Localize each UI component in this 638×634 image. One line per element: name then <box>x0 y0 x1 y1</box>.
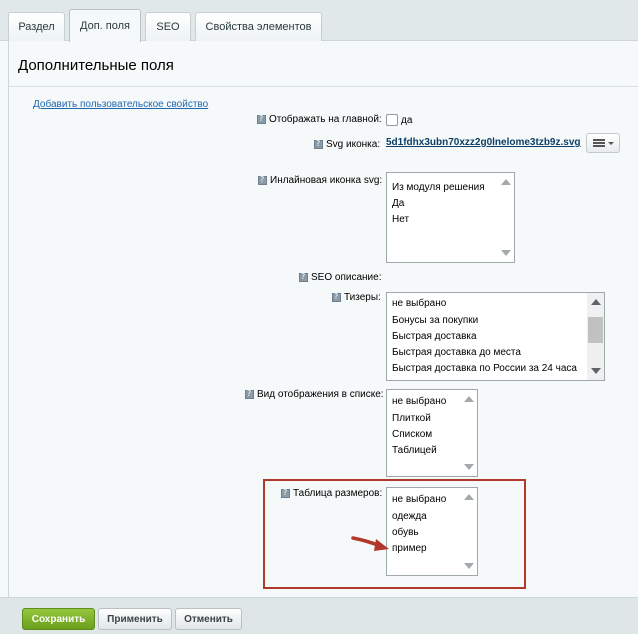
cancel-button[interactable]: Отменить <box>175 608 242 630</box>
size-table-label: Таблица размеров: <box>281 488 382 499</box>
divider <box>9 86 638 87</box>
show-main-checkbox[interactable] <box>386 114 398 126</box>
tab-extra-fields[interactable]: Доп. поля <box>69 9 141 42</box>
hint-icon[interactable] <box>314 139 323 149</box>
add-custom-property-link[interactable]: Добавить пользовательское свойство <box>33 99 208 110</box>
hint-icon[interactable] <box>245 389 254 399</box>
tab-bar: Раздел Доп. поля SEO Свойства элементов <box>0 0 638 42</box>
list-item[interactable]: Бонусы за покупки <box>392 315 478 326</box>
scrollbar[interactable] <box>460 488 477 575</box>
apply-button[interactable]: Применить <box>98 608 172 630</box>
list-item[interactable]: Да <box>392 198 404 209</box>
list-item[interactable]: не выбрано <box>392 298 446 309</box>
tab-element-properties[interactable]: Свойства элементов <box>195 12 322 41</box>
scrollbar[interactable] <box>460 390 477 476</box>
list-item[interactable]: Из модуля решения <box>392 182 485 193</box>
chevron-down-icon <box>607 141 614 145</box>
svg-icon-menu-button[interactable] <box>586 133 620 153</box>
teasers-select[interactable]: не выбрано Бонусы за покупки Быстрая дос… <box>386 292 605 381</box>
list-item[interactable]: Таблицей <box>392 445 437 456</box>
save-button[interactable]: Сохранить <box>22 608 95 630</box>
arrow-annotation-icon <box>351 536 389 551</box>
inline-svg-label: Инлайновая иконка svg: <box>258 175 382 186</box>
teasers-label: Тизеры: <box>332 292 381 303</box>
hint-icon[interactable] <box>332 292 341 302</box>
seo-description-label: SEO описание: <box>299 272 381 283</box>
hint-icon[interactable] <box>257 114 266 124</box>
list-item[interactable]: одежда <box>392 511 427 522</box>
svg-icon-label: Svg иконка: <box>314 139 380 150</box>
hint-icon[interactable] <box>299 272 308 282</box>
menu-icon <box>592 139 605 147</box>
size-table-select[interactable]: не выбрано одежда обувь пример <box>386 487 478 576</box>
list-item[interactable]: не выбрано <box>392 494 446 505</box>
tab-section[interactable]: Раздел <box>8 12 65 41</box>
scrollbar[interactable] <box>587 293 604 380</box>
show-main-checkbox-text: да <box>401 115 413 126</box>
hint-icon[interactable] <box>258 175 267 185</box>
list-item[interactable]: Быстрая доставка <box>392 331 477 342</box>
inline-svg-select[interactable]: Из модуля решения Да Нет <box>386 172 515 263</box>
list-item[interactable]: не выбрано <box>392 396 446 407</box>
svg-icon-file-link[interactable]: 5d1fdhx3ubn70xzz2g0lnelome3tzb9z.svg <box>386 137 581 148</box>
list-item[interactable]: пример <box>392 543 427 554</box>
list-item[interactable]: Быстрая доставка до места <box>392 347 521 358</box>
hint-icon[interactable] <box>281 488 290 498</box>
scrollbar[interactable] <box>497 173 514 262</box>
section-title: Дополнительные поля <box>18 57 174 74</box>
list-item[interactable]: Нет <box>392 214 409 225</box>
list-item[interactable]: Списком <box>392 429 432 440</box>
footer-bar: Сохранить Применить Отменить <box>0 597 638 634</box>
list-view-select[interactable]: не выбрано Плиткой Списком Таблицей <box>386 389 478 477</box>
show-main-label: Отображать на главной: <box>257 114 382 125</box>
list-item[interactable]: обувь <box>392 527 419 538</box>
list-item[interactable]: Быстрая доставка по России за 24 часа <box>392 363 577 374</box>
tab-seo[interactable]: SEO <box>145 12 191 41</box>
list-view-label: Вид отображения в списке: <box>245 389 384 400</box>
list-item[interactable]: Плиткой <box>392 413 431 424</box>
